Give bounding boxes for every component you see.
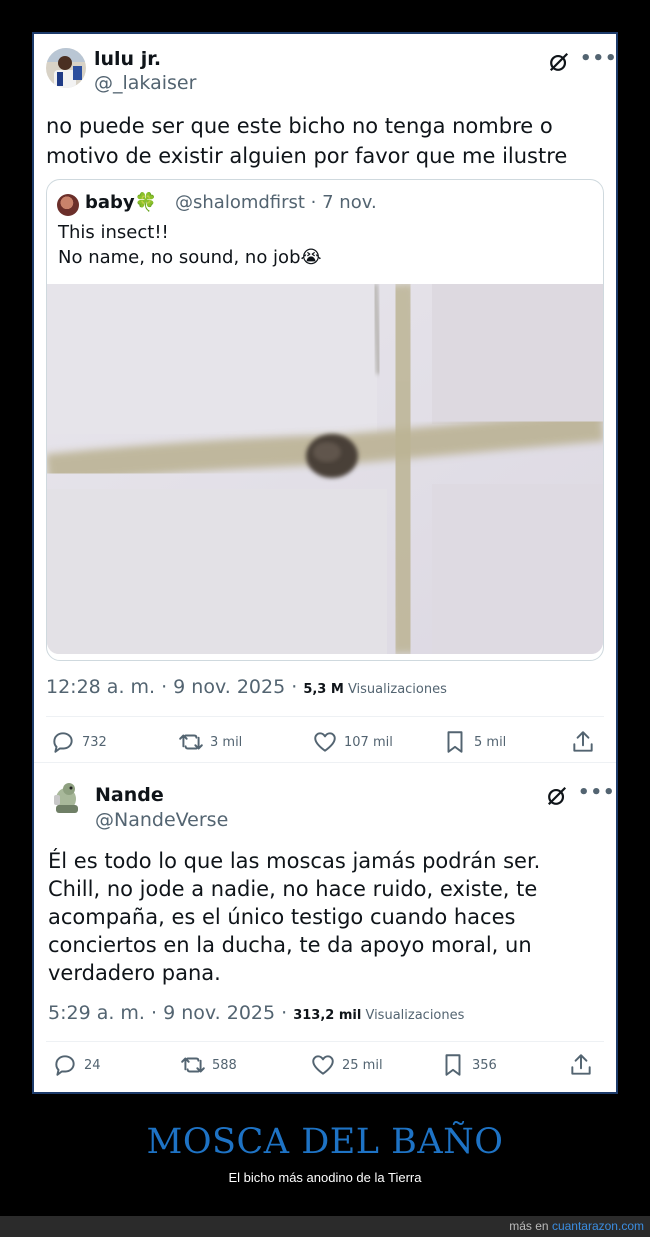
tweet-reply[interactable]: Nande @NandeVerse ••• Él es todo lo que … bbox=[34, 762, 616, 1092]
bookmark-count: 356 bbox=[472, 1057, 497, 1073]
tweet-main[interactable]: lulu jr. @_lakaiser ••• no puede ser que… bbox=[34, 34, 616, 762]
screenshot-frame: lulu jr. @_lakaiser ••• no puede ser que… bbox=[32, 32, 618, 1094]
quote-author-name[interactable]: baby🍀 bbox=[85, 192, 157, 213]
bookmark-button[interactable]: 356 bbox=[440, 1045, 497, 1085]
tweet-text-line: verdadero pana. bbox=[48, 961, 221, 985]
insect-photo[interactable] bbox=[47, 284, 603, 654]
avatar[interactable] bbox=[46, 48, 86, 88]
heart-icon bbox=[312, 1055, 334, 1075]
timestamp-row: 5:29 a. m. · 9 nov. 2025 · 313,2 mil Vis… bbox=[48, 1002, 464, 1024]
quote-text-line: This insect!! bbox=[58, 222, 169, 243]
timestamp[interactable]: 12:28 a. m. · 9 nov. 2025 · bbox=[46, 676, 303, 698]
quote-text: This insect!! No name, no sound, no job😭 bbox=[58, 220, 322, 270]
repost-button[interactable]: 3 mil bbox=[178, 722, 242, 762]
like-button[interactable]: 107 mil bbox=[312, 722, 393, 762]
like-count: 25 mil bbox=[342, 1057, 383, 1073]
tweet-text-line: motivo de existir alguien por favor que … bbox=[46, 144, 568, 168]
author-name[interactable]: Nande bbox=[95, 784, 164, 806]
reply-button[interactable]: 24 bbox=[52, 1045, 101, 1085]
reply-icon bbox=[55, 1055, 75, 1076]
bookmark-button[interactable]: 5 mil bbox=[442, 722, 506, 762]
share-button[interactable] bbox=[570, 722, 596, 762]
tweet-text-line: Él es todo lo que las moscas jamás podrá… bbox=[48, 849, 541, 873]
reply-icon bbox=[53, 732, 73, 753]
reply-count: 732 bbox=[82, 734, 107, 750]
bookmark-icon bbox=[447, 731, 463, 753]
share-icon bbox=[573, 731, 593, 752]
repost-icon bbox=[181, 1057, 205, 1073]
grok-icon[interactable] bbox=[546, 785, 568, 807]
author-name[interactable]: lulu jr. bbox=[94, 48, 161, 70]
quote-author-handle[interactable]: @shalomdfirst · 7 nov. bbox=[175, 192, 377, 213]
action-bar: 24 588 25 mil 356 bbox=[34, 1045, 616, 1085]
action-bar: 732 3 mil 107 mil 5 mil bbox=[34, 722, 616, 762]
quoted-tweet[interactable]: baby🍀 @shalomdfirst · 7 nov. This insect… bbox=[46, 179, 604, 661]
reply-count: 24 bbox=[84, 1057, 101, 1073]
tweet-text: Él es todo lo que las moscas jamás podrá… bbox=[48, 847, 540, 987]
quote-text-line: No name, no sound, no job😭 bbox=[58, 247, 322, 268]
avatar[interactable] bbox=[48, 777, 88, 817]
meme-title: MOSCA DEL BAÑO bbox=[146, 1122, 504, 1162]
more-options-icon[interactable]: ••• bbox=[580, 48, 616, 69]
divider bbox=[46, 716, 604, 717]
view-count: 5,3 M bbox=[303, 682, 344, 697]
grok-icon[interactable] bbox=[548, 51, 570, 73]
site-footer: más en cuantarazon.com bbox=[0, 1216, 650, 1237]
reply-button[interactable]: 732 bbox=[50, 722, 107, 762]
author-handle[interactable]: @_lakaiser bbox=[94, 72, 196, 94]
repost-button[interactable]: 588 bbox=[180, 1045, 237, 1085]
author-handle[interactable]: @NandeVerse bbox=[95, 809, 228, 831]
tweet-text: no puede ser que este bicho no tenga nom… bbox=[46, 111, 567, 171]
share-icon bbox=[571, 1054, 591, 1075]
like-count: 107 mil bbox=[344, 734, 393, 750]
repost-count: 588 bbox=[212, 1057, 237, 1073]
heart-icon bbox=[314, 732, 336, 752]
view-count: 313,2 mil bbox=[293, 1008, 362, 1023]
bookmark-count: 5 mil bbox=[474, 734, 507, 750]
meme-subtitle: El bicho más anodino de la Tierra bbox=[228, 1170, 422, 1185]
like-button[interactable]: 25 mil bbox=[310, 1045, 383, 1085]
divider bbox=[46, 1041, 604, 1042]
tweet-text-line: conciertos en la ducha, te da apoyo mora… bbox=[48, 933, 532, 957]
repost-count: 3 mil bbox=[210, 734, 243, 750]
repost-icon bbox=[179, 734, 203, 750]
view-label: Visualizaciones bbox=[361, 1008, 465, 1023]
quote-avatar[interactable] bbox=[57, 194, 79, 216]
timestamp[interactable]: 5:29 a. m. · 9 nov. 2025 · bbox=[48, 1002, 293, 1024]
more-options-icon[interactable]: ••• bbox=[578, 782, 616, 803]
footer-prefix: más en bbox=[509, 1219, 552, 1233]
view-label: Visualizaciones bbox=[343, 682, 447, 697]
tweet-text-line: Chill, no jode a nadie, no hace ruido, e… bbox=[48, 877, 538, 901]
tweet-text-line: acompaña, es el único testigo cuando hac… bbox=[48, 905, 516, 929]
bookmark-icon bbox=[445, 1054, 461, 1076]
share-button[interactable] bbox=[568, 1045, 594, 1085]
timestamp-row: 12:28 a. m. · 9 nov. 2025 · 5,3 M Visual… bbox=[46, 676, 447, 698]
site-link[interactable]: cuantarazon.com bbox=[552, 1219, 644, 1233]
tweet-text-line: no puede ser que este bicho no tenga nom… bbox=[46, 114, 553, 138]
